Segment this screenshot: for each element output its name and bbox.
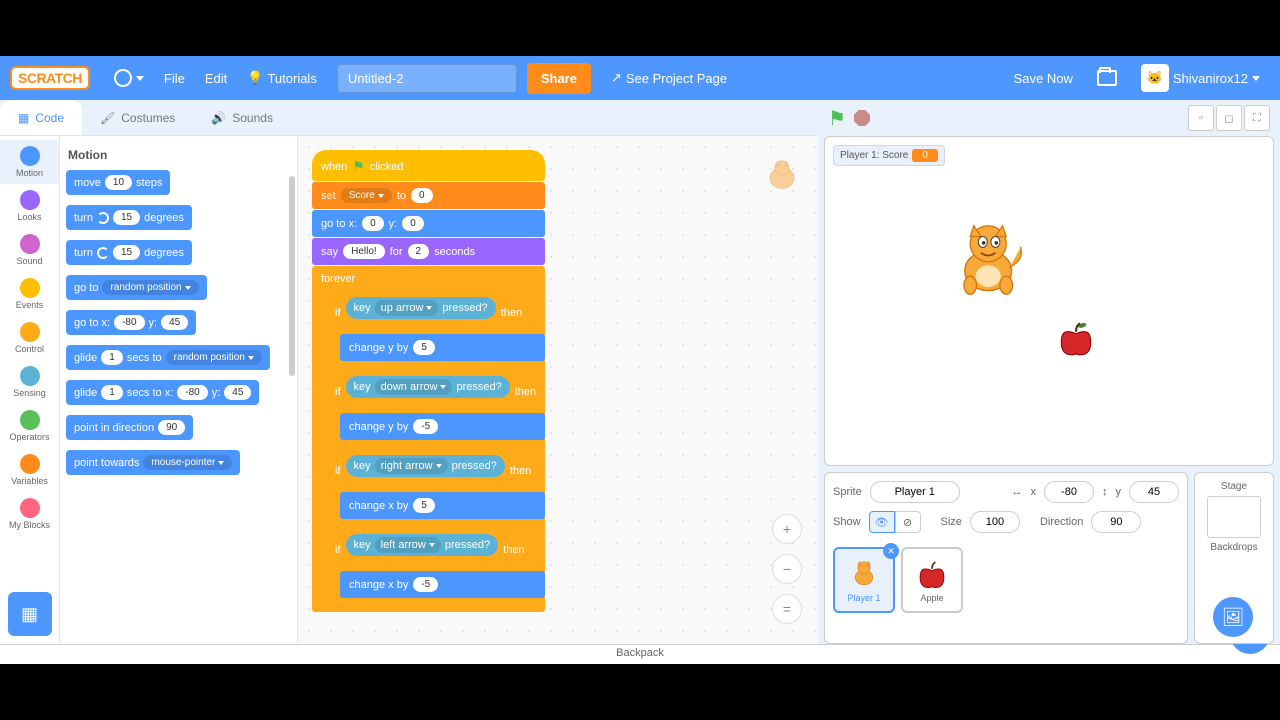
- block-change-y[interactable]: change y by5: [340, 334, 545, 361]
- block-turn-cw[interactable]: turn15degrees: [66, 205, 192, 230]
- chevron-down-icon: [1252, 76, 1260, 81]
- zoom-reset-button[interactable]: =: [772, 594, 802, 624]
- menubar: SCRATCH File Edit 💡Tutorials Share ↗See …: [0, 56, 1280, 100]
- block-say-for-secs[interactable]: sayHello!for2seconds: [312, 238, 545, 265]
- block-if-down[interactable]: ifkeydown arrowpressed?then change y by-…: [326, 369, 545, 447]
- see-project-page[interactable]: ↗See Project Page: [611, 70, 727, 86]
- block-change-x[interactable]: change x by5: [340, 492, 545, 519]
- category-sound[interactable]: Sound: [0, 228, 59, 272]
- sprite-name-input[interactable]: [870, 481, 960, 503]
- block-if-right[interactable]: ifkeyright arrowpressed?then change x by…: [326, 448, 545, 526]
- green-flag-button[interactable]: ⚑: [828, 106, 846, 131]
- category-looks[interactable]: Looks: [0, 184, 59, 228]
- palette-heading: Motion: [68, 148, 291, 162]
- stage-selector: Stage Backdrops 🖼: [1194, 472, 1274, 644]
- tab-code[interactable]: ▦Code: [0, 100, 82, 135]
- block-if-left[interactable]: ifkeyleft arrowpressed?then change x by-…: [326, 527, 545, 605]
- workspace: when⚑clicked setScoreto0 go to x:0y:0 sa…: [298, 136, 818, 644]
- category-variables[interactable]: Variables: [0, 448, 59, 492]
- brush-icon: 🖌: [100, 111, 115, 125]
- block-point-towards[interactable]: point towardsmouse-pointer: [66, 450, 240, 475]
- stage-thumbnail[interactable]: [1207, 496, 1261, 538]
- tab-sounds[interactable]: 🔊Sounds: [193, 100, 291, 135]
- edit-menu[interactable]: Edit: [205, 71, 227, 86]
- turn-cw-icon: [97, 212, 109, 224]
- block-point-direction[interactable]: point in direction90: [66, 415, 193, 440]
- small-stage-button[interactable]: ▫: [1188, 105, 1214, 131]
- language-menu[interactable]: [114, 69, 144, 87]
- block-glide-to[interactable]: glide1secs torandom position: [66, 345, 270, 370]
- large-stage-button[interactable]: ◻: [1216, 105, 1242, 131]
- block-goto-xy[interactable]: go to x:0y:0: [312, 210, 545, 237]
- block-if-up[interactable]: ifkeyup arrowpressed?then change y by5: [326, 290, 545, 368]
- zoom-in-button[interactable]: +: [772, 514, 802, 544]
- category-column: MotionLooksSoundEventsControlSensingOper…: [0, 136, 60, 644]
- block-glide-xy[interactable]: glide1secs to x:-80y:45: [66, 380, 259, 405]
- block-palette: Motion move10steps turn15degrees turn15d…: [60, 136, 298, 644]
- account-menu[interactable]: 🐱 Shivanirox12: [1141, 64, 1260, 92]
- category-events[interactable]: Events: [0, 272, 59, 316]
- backpack[interactable]: Backpack: [0, 644, 1280, 664]
- sprite-x-input[interactable]: [1044, 481, 1094, 503]
- scratch-logo[interactable]: SCRATCH: [10, 66, 90, 90]
- add-extension-button[interactable]: ▦: [8, 592, 52, 636]
- share-button[interactable]: Share: [527, 63, 591, 94]
- block-forever[interactable]: forever ifkeyup arrowpressed?then change…: [312, 266, 545, 612]
- add-backdrop-button[interactable]: 🖼: [1213, 597, 1253, 637]
- block-goto[interactable]: go torandom position: [66, 275, 207, 300]
- code-icon: ▦: [18, 111, 29, 125]
- category-operators[interactable]: Operators: [0, 404, 59, 448]
- sprite-card-player1[interactable]: Player 1: [833, 547, 895, 613]
- sprite-apple-on-stage[interactable]: [1055, 317, 1097, 359]
- variable-monitor[interactable]: Player 1: Score0: [833, 145, 945, 166]
- zoom-out-button[interactable]: −: [772, 554, 802, 584]
- sprite-player1-on-stage[interactable]: [945, 215, 1035, 305]
- block-set-variable[interactable]: setScoreto0: [312, 182, 545, 209]
- show-sprite-button[interactable]: 👁: [869, 511, 895, 533]
- sprite-card-apple[interactable]: Apple: [901, 547, 963, 613]
- sprite-watermark: [762, 156, 802, 196]
- tab-costumes[interactable]: 🖌Costumes: [82, 100, 193, 135]
- category-motion[interactable]: Motion: [0, 140, 59, 184]
- sprite-y-input[interactable]: [1129, 481, 1179, 503]
- stage[interactable]: Player 1: Score0: [824, 136, 1274, 466]
- file-menu[interactable]: File: [164, 71, 185, 86]
- avatar: 🐱: [1141, 64, 1169, 92]
- sprite-label: Sprite: [833, 486, 862, 498]
- block-change-x[interactable]: change x by-5: [340, 571, 545, 598]
- chevron-down-icon: [136, 76, 144, 81]
- globe-icon: [114, 69, 132, 87]
- flag-icon: ⚑: [352, 158, 365, 175]
- hide-sprite-button[interactable]: ⊘: [895, 511, 921, 533]
- block-goto-xy[interactable]: go to x:-80y:45: [66, 310, 196, 335]
- script-stack[interactable]: when⚑clicked setScoreto0 go to x:0y:0 sa…: [312, 150, 545, 613]
- save-now[interactable]: Save Now: [1014, 71, 1073, 86]
- category-control[interactable]: Control: [0, 316, 59, 360]
- fullscreen-button[interactable]: ⛶: [1244, 105, 1270, 131]
- tutorials-button[interactable]: 💡Tutorials: [247, 70, 317, 86]
- sprite-info-panel: Sprite ↔x ↕y Show 👁⊘ Size Direction: [824, 472, 1188, 644]
- turn-ccw-icon: [97, 247, 109, 259]
- project-title-input[interactable]: [337, 64, 517, 93]
- block-change-y[interactable]: change y by-5: [340, 413, 545, 440]
- stop-button[interactable]: [854, 110, 870, 126]
- sprite-direction-input[interactable]: [1091, 511, 1141, 533]
- lightbulb-icon: 💡: [247, 70, 263, 86]
- category-my-blocks[interactable]: My Blocks: [0, 492, 59, 536]
- sound-icon: 🔊: [211, 111, 226, 125]
- block-turn-ccw[interactable]: turn15degrees: [66, 240, 192, 265]
- mystuff-icon[interactable]: [1097, 70, 1117, 86]
- category-sensing[interactable]: Sensing: [0, 360, 59, 404]
- block-when-flag-clicked[interactable]: when⚑clicked: [312, 150, 545, 181]
- sprite-size-input[interactable]: [970, 511, 1020, 533]
- external-icon: ↗: [611, 70, 622, 86]
- block-move-steps[interactable]: move10steps: [66, 170, 170, 195]
